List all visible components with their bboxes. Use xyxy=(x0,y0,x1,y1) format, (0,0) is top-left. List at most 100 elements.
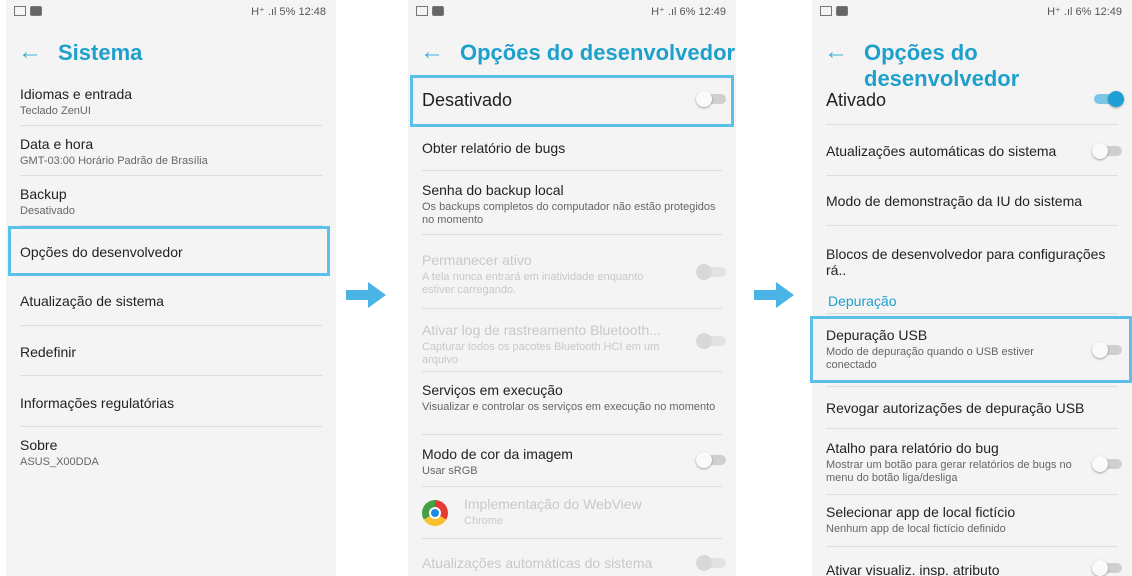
item-title: Ativar visualiz. insp. atributo xyxy=(826,562,1000,576)
list-item-disabled: Atualizações automáticas do sistema xyxy=(422,555,722,571)
list-item[interactable]: Atalho para relatório do bug Mostrar um b… xyxy=(826,440,1072,485)
item-subtitle: Mostrar um botão para gerar relatórios d… xyxy=(826,459,1072,484)
divider xyxy=(422,538,722,539)
bug-shortcut-toggle[interactable] xyxy=(1092,456,1124,472)
app-bar: ← Opções do desenvolvedor xyxy=(812,34,1132,91)
right-arrow-icon xyxy=(754,282,794,308)
app-bar: ← Sistema xyxy=(6,34,336,74)
divider xyxy=(422,234,722,235)
app-bar: ← Opções do desenvolvedor xyxy=(408,34,736,74)
app-icon xyxy=(30,6,42,17)
item-title: Modo de cor da imagem xyxy=(422,446,573,462)
back-arrow-icon[interactable]: ← xyxy=(824,38,848,66)
app-icon xyxy=(432,6,444,17)
page-title: Opções do desenvolvedor xyxy=(460,40,736,65)
page-title: Opções do desenvolvedor xyxy=(864,40,1020,91)
item-title: Redefinir xyxy=(20,344,77,360)
divider xyxy=(422,170,722,171)
list-item[interactable]: Ativar visualiz. insp. atributo xyxy=(826,562,1072,576)
item-title: Sobre xyxy=(20,437,58,453)
list-item[interactable]: Redefinir xyxy=(20,344,322,360)
highlight-box xyxy=(810,316,1132,383)
list-item[interactable]: Atualizações automáticas do sistema xyxy=(826,143,1072,159)
list-item[interactable]: Atualização de sistema xyxy=(20,293,322,309)
divider xyxy=(422,308,722,309)
item-subtitle: GMT-03:00 Horário Padrão de Brasília xyxy=(20,155,208,167)
item-subtitle: Teclado ZenUI xyxy=(20,105,91,117)
master-switch-label: Ativado xyxy=(826,90,887,110)
item-title: Data e hora xyxy=(20,136,94,152)
item-title: Idiomas e entrada xyxy=(20,86,133,102)
item-title: Atualização de sistema xyxy=(20,293,164,309)
list-item[interactable]: Blocos de desenvolvedor para configuraçõ… xyxy=(826,246,1118,278)
list-item[interactable]: Revogar autorizações de depuração USB xyxy=(826,400,1118,416)
divider xyxy=(826,386,1118,387)
status-bar: H⁺ .ıl 5% 12:48 xyxy=(6,0,336,24)
item-title: Implementação do WebView xyxy=(464,496,642,512)
mail-icon xyxy=(416,6,428,17)
chrome-icon xyxy=(422,500,448,526)
signal-battery: H⁺ .ıl 6% xyxy=(1047,6,1092,18)
auto-updates-toggle[interactable] xyxy=(1092,143,1124,159)
item-title: Serviços em execução xyxy=(422,382,563,398)
list-item[interactable]: Idiomas e entrada Teclado ZenUI xyxy=(20,86,322,118)
item-title: Permanecer ativo xyxy=(422,252,532,268)
item-title: Revogar autorizações de depuração USB xyxy=(826,400,1085,416)
back-arrow-icon[interactable]: ← xyxy=(420,38,444,66)
divider xyxy=(20,325,322,326)
divider xyxy=(826,428,1118,429)
list-item[interactable]: Serviços em execução Visualizar e control… xyxy=(422,382,722,414)
item-title: Backup xyxy=(20,186,67,202)
color-mode-toggle[interactable] xyxy=(696,452,728,468)
divider xyxy=(422,486,722,487)
list-item[interactable]: Data e hora GMT-03:00 Horário Padrão de B… xyxy=(20,136,322,168)
list-item[interactable]: Obter relatório de bugs xyxy=(422,140,722,156)
item-subtitle: Chrome xyxy=(464,515,504,527)
page-title: Sistema xyxy=(58,40,143,65)
list-item[interactable]: Senha do backup local Os backups completo… xyxy=(422,182,722,227)
divider xyxy=(422,371,722,372)
item-title: Blocos de desenvolvedor para configuraçõ… xyxy=(826,246,1106,278)
list-item[interactable]: Modo de cor da imagem Usar sRGB xyxy=(422,446,676,478)
list-item[interactable]: Selecionar app de local fictício Nenhum a… xyxy=(826,504,1118,536)
clock: 12:49 xyxy=(698,6,726,18)
item-title: Obter relatório de bugs xyxy=(422,140,566,156)
list-item[interactable]: Informações regulatórias xyxy=(20,395,322,411)
clock: 12:48 xyxy=(298,6,326,18)
list-item[interactable]: Backup Desativado xyxy=(20,186,322,218)
mail-icon xyxy=(820,6,832,17)
stay-awake-toggle xyxy=(696,264,728,280)
master-toggle[interactable] xyxy=(1092,91,1124,107)
app-icon xyxy=(836,6,848,17)
list-item[interactable]: Sobre ASUS_X00DDA xyxy=(20,437,322,469)
auto-updates-toggle xyxy=(696,555,728,571)
category-header: Depuração xyxy=(828,293,897,309)
highlight-box xyxy=(410,75,734,127)
item-title: Ativar log de rastreamento Bluetooth... xyxy=(422,322,661,338)
list-item-disabled: Permanecer ativo A tela nunca entrará em … xyxy=(422,252,676,297)
mail-icon xyxy=(14,6,26,17)
item-subtitle: Visualizar e controlar os serviços em ex… xyxy=(422,401,716,413)
list-item[interactable]: Modo de demonstração da IU do sistema xyxy=(826,193,1118,209)
screen-developer-options-on: H⁺ .ıl 6% 12:49 ← Opções do desenvolvedo… xyxy=(812,0,1132,576)
item-subtitle: A tela nunca entrará em inatividade enqu… xyxy=(422,271,644,296)
item-subtitle: Desativado xyxy=(20,205,76,217)
attribute-inspect-toggle[interactable] xyxy=(1092,560,1124,576)
item-title: Atalho para relatório do bug xyxy=(826,440,999,456)
divider xyxy=(826,494,1118,495)
divider xyxy=(826,124,1118,125)
list-item-disabled: Ativar log de rastreamento Bluetooth... C… xyxy=(422,322,676,367)
divider xyxy=(826,546,1118,547)
item-title: Selecionar app de local fictício xyxy=(826,504,1016,520)
highlight-box xyxy=(8,226,330,276)
divider xyxy=(826,175,1118,176)
divider xyxy=(20,175,322,176)
item-subtitle: ASUS_X00DDA xyxy=(20,456,99,468)
master-switch-row[interactable]: Ativado xyxy=(826,90,1118,111)
item-subtitle: Os backups completos do computador não e… xyxy=(422,201,716,226)
item-title: Atualizações automáticas do sistema xyxy=(422,555,653,571)
status-bar: H⁺ .ıl 6% 12:49 xyxy=(812,0,1132,24)
divider xyxy=(826,225,1118,226)
back-arrow-icon[interactable]: ← xyxy=(18,38,42,66)
item-subtitle: Capturar todos os pacotes Bluetooth HCI … xyxy=(422,341,660,366)
